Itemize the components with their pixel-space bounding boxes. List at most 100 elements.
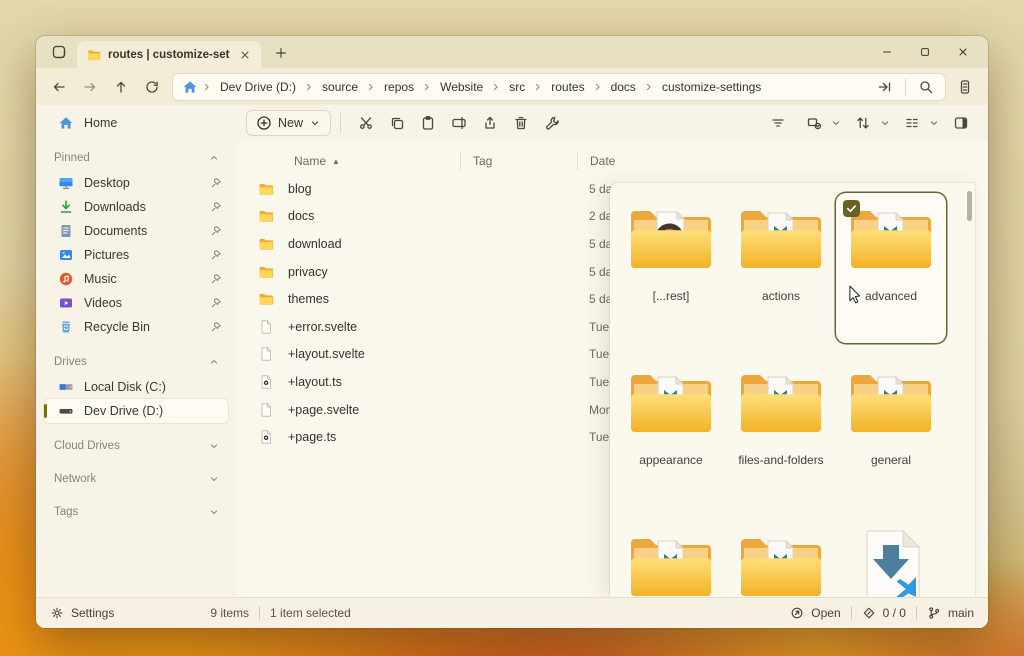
section-header-drives[interactable]: Drives [46,352,226,372]
maximize-button[interactable] [906,38,944,66]
minimize-button[interactable] [868,38,906,66]
changes-count: 0 / 0 [883,606,906,620]
recycle-icon [58,319,74,335]
grid-scrollbar[interactable] [967,191,972,221]
pin-icon[interactable] [210,201,222,213]
file-name: +layout.svelte [288,347,460,361]
sidebar-item-videos[interactable]: Videos [44,291,228,315]
pin-icon[interactable] [210,225,222,237]
home-icon[interactable] [179,74,201,100]
panel-icon [945,109,976,137]
filter-button[interactable] [762,109,793,137]
sidebar-item-recycle-bin[interactable]: Recycle Bin [44,315,228,339]
breadcrumb-segment-website[interactable]: Website [433,77,490,97]
sidebar-item-label: Recycle Bin [84,320,200,334]
chevron-down-icon [208,473,220,485]
pin-icon[interactable] [210,297,222,309]
column-tag[interactable]: Tag [460,152,577,170]
grid-item-advanced[interactable]: advanced [836,193,946,343]
column-date[interactable]: Date [577,152,988,170]
sidebar-item-downloads[interactable]: Downloads [44,195,228,219]
sidebar-item-label: Desktop [84,176,200,190]
pin-icon[interactable] [210,249,222,261]
chevron-down-icon [830,117,842,129]
grid-item-label: files-and-folders [738,453,823,467]
search-icon[interactable] [913,74,939,100]
preview-pane-button[interactable] [945,109,976,137]
share-button[interactable] [474,109,505,137]
paste-button[interactable] [412,109,443,137]
files-app-window: routes | customize-settings Dev Drive (D… [36,36,988,628]
back-button[interactable] [44,73,73,101]
rename-button[interactable] [443,109,474,137]
sidebar-item-documents[interactable]: Documents [44,219,228,243]
grid-item-layout[interactable]: layout [616,521,726,597]
settings-button[interactable]: Settings [50,606,114,620]
window-controls [868,36,982,68]
layout-view-button[interactable] [896,109,940,137]
group-by-button[interactable] [798,109,842,137]
address-bar[interactable]: Dev Drive (D:) source repos Website src route… [172,73,946,101]
sidebar-item-home[interactable]: Home [44,111,228,135]
column-name[interactable]: Name ▲ [236,154,460,168]
new-button[interactable]: New [246,110,331,136]
section-header-pinned[interactable]: Pinned [46,148,226,168]
grid-item-category-md[interactable]: category.md [836,521,946,597]
grid-item-rest[interactable]: [...rest] [616,193,726,343]
cut-button[interactable] [350,109,381,137]
new-tab-button[interactable] [269,41,293,65]
grid-item-files-and-folders[interactable]: files-and-folders [726,357,836,507]
copy-button[interactable] [381,109,412,137]
tab-routes-customize-settings[interactable]: routes | customize-settings [77,41,261,68]
grid-item-tags[interactable]: tags [726,521,836,597]
pin-icon[interactable] [210,177,222,189]
status-divider [259,606,260,620]
up-button[interactable] [106,73,135,101]
grid-item-actions[interactable]: actions [726,193,836,343]
go-to-icon[interactable] [872,74,898,100]
sidebar-item-label: Local Disk (C:) [84,380,222,394]
desktop-icon [58,175,74,191]
chevron-down-icon [208,440,220,452]
grid-item-appearance[interactable]: appearance [616,357,726,507]
git-changes-button[interactable]: 0 / 0 [862,606,906,620]
sidebar-item-music[interactable]: Music [44,267,228,291]
breadcrumb-segment-dev-drive-d[interactable]: Dev Drive (D:) [213,77,303,97]
tab-close-icon[interactable] [237,47,253,63]
breadcrumb-segment-customize-settings[interactable]: customize-settings [655,77,768,97]
app-layout-icon[interactable] [44,37,74,67]
properties-button[interactable] [536,109,567,137]
breadcrumb-segment-repos[interactable]: repos [377,77,421,97]
sidebar-item-local-disk-c[interactable]: Local Disk (C:) [44,375,228,399]
close-button[interactable] [944,38,982,66]
chevron-down-icon [879,117,891,129]
folder-doc-icon [735,529,827,597]
sidebar-item-pictures[interactable]: Pictures [44,243,228,267]
sort-button[interactable] [847,109,891,137]
sidebar-item-dev-drive-d[interactable]: Dev Drive (D:) [44,399,228,423]
file-name: blog [288,182,460,196]
delete-button[interactable] [505,109,536,137]
grid-item-general[interactable]: general [836,357,946,507]
memory-icon[interactable] [952,74,978,100]
breadcrumb-segment-routes[interactable]: routes [544,77,591,97]
sidebar-item-label: Pictures [84,248,200,262]
section-header-network[interactable]: Network [46,469,226,489]
checkbox-checked-icon[interactable] [843,200,860,217]
sidebar: Home Pinned Desktop DownloadsDocuments Pict… [36,105,236,597]
open-button[interactable]: Open [790,606,840,620]
git-branch-button[interactable]: main [927,606,974,620]
pin-icon[interactable] [210,321,222,333]
file-icon [258,319,274,335]
breadcrumb-segment-src[interactable]: src [502,77,532,97]
section-header-tags[interactable]: Tags [46,502,226,522]
forward-button[interactable] [75,73,104,101]
breadcrumb-segment-docs[interactable]: docs [604,77,643,97]
refresh-button[interactable] [137,73,166,101]
sidebar-item-desktop[interactable]: Desktop [44,171,228,195]
pin-icon[interactable] [210,273,222,285]
breadcrumb-segment-source[interactable]: source [315,77,365,97]
chevron-right-icon [592,81,604,93]
folder-icon [258,236,274,252]
section-header-cloud-drives[interactable]: Cloud Drives [46,436,226,456]
